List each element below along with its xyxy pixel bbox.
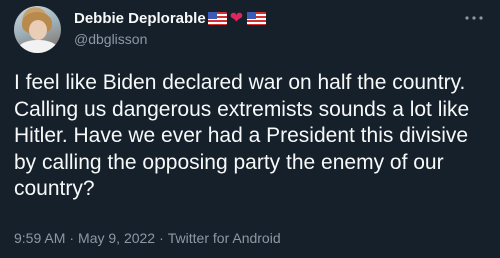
tweet-card: Debbie Deplorable ❤ @dbglisson I feel li…	[0, 0, 500, 258]
avatar-shirt	[18, 40, 58, 53]
author-display-name[interactable]: Debbie Deplorable ❤	[74, 9, 267, 27]
more-options-icon[interactable]	[464, 8, 484, 28]
red-heart-icon: ❤	[229, 9, 244, 27]
us-flag-icon	[247, 12, 267, 25]
tweet-meta: 9:59 AM · May 9, 2022 · Twitter for Android	[14, 230, 281, 246]
author-name-text: Debbie Deplorable	[74, 10, 206, 27]
tweet-source[interactable]: Twitter for Android	[168, 230, 281, 246]
author-handle[interactable]: @dbglisson	[74, 31, 147, 47]
meta-separator: ·	[69, 230, 75, 246]
tweet-time[interactable]: 9:59 AM	[14, 230, 65, 246]
us-flag-icon	[207, 12, 227, 25]
tweet-date[interactable]: May 9, 2022	[78, 230, 155, 246]
avatar-face	[29, 20, 47, 40]
avatar[interactable]	[14, 6, 61, 53]
tweet-text: I feel like Biden declared war on half t…	[14, 71, 470, 200]
meta-separator: ·	[159, 230, 164, 246]
